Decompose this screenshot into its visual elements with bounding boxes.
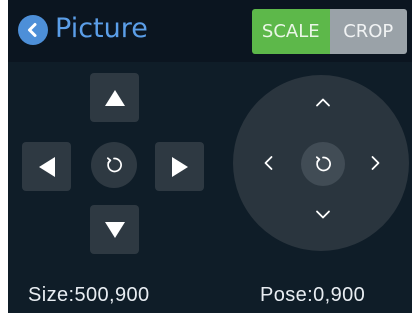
size-readout: Size:500,900 [28, 284, 150, 306]
pose-readout: Pose:0,900 [260, 284, 366, 306]
reset-icon [106, 157, 122, 173]
scale-mode-button[interactable]: SCALE [252, 9, 330, 54]
dpad-down-button[interactable] [90, 205, 139, 254]
joystick-left-button[interactable] [256, 151, 280, 175]
page-title: Picture [55, 13, 148, 44]
joystick-down-button[interactable] [311, 203, 335, 227]
joystick-right-button[interactable] [364, 151, 388, 175]
chevron-up-icon [316, 98, 330, 107]
triangle-left-icon [38, 156, 55, 177]
picture-screen: Picture SCALE CROP Size:500,900 Pose:0,9… [8, 0, 412, 313]
chevron-left-icon [264, 156, 273, 170]
chevron-right-icon [371, 156, 380, 170]
header-bar: Picture SCALE CROP [8, 0, 412, 62]
triangle-right-icon [171, 156, 188, 177]
joystick-up-button[interactable] [311, 90, 335, 114]
chevron-left-icon [28, 23, 37, 37]
dpad-left-button[interactable] [22, 142, 71, 191]
back-button[interactable] [18, 15, 48, 45]
triangle-up-icon [104, 89, 125, 106]
triangle-down-icon [104, 221, 125, 238]
mode-toggle: SCALE CROP [252, 9, 407, 54]
crop-mode-button[interactable]: CROP [329, 9, 407, 54]
dpad-reset-button[interactable] [91, 142, 137, 188]
chevron-down-icon [316, 210, 330, 219]
dpad-up-button[interactable] [90, 73, 139, 122]
joystick-reset-button[interactable] [301, 142, 345, 186]
reset-icon [315, 156, 331, 172]
dpad-right-button[interactable] [155, 142, 204, 191]
